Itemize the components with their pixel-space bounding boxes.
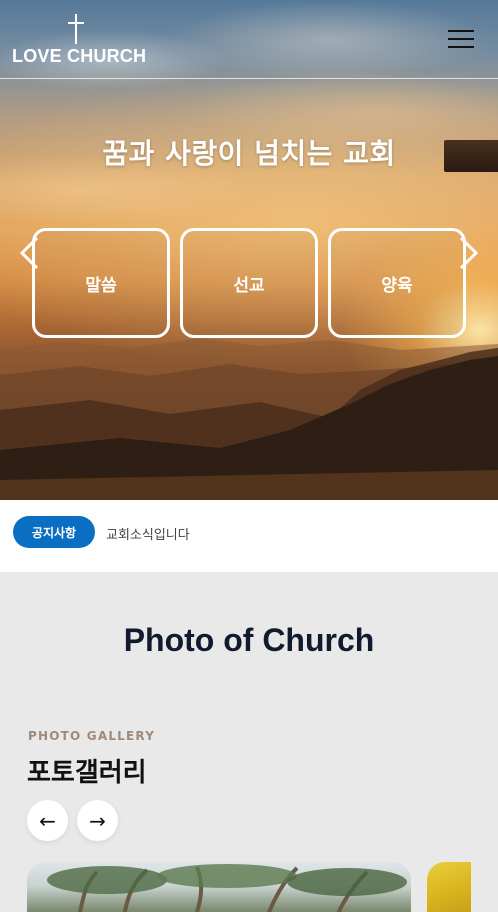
hero-card-slider: 말씀 선교 양육	[0, 228, 498, 340]
notice-text[interactable]: 교회소식입니다	[106, 524, 190, 543]
logo-text: LOVE CHURCH	[12, 46, 147, 66]
cross-icon	[66, 14, 86, 44]
hamburger-menu-icon	[448, 30, 474, 32]
notice-badge[interactable]: 공지사항	[13, 516, 95, 548]
gallery-title: 포토갤러리	[27, 758, 147, 788]
notice-bar: 공지사항 교회소식입니다	[0, 500, 498, 572]
gallery-photo-autumn[interactable]	[427, 862, 471, 912]
gallery-photo-trees[interactable]	[27, 862, 411, 912]
gallery-prev-button[interactable]: ←	[27, 800, 68, 841]
card-word[interactable]: 말씀	[32, 228, 170, 338]
hamburger-menu-icon-line	[448, 38, 474, 40]
chevron-right-icon[interactable]	[458, 236, 480, 270]
card-nurture[interactable]: 양육	[328, 228, 466, 338]
gallery-next-button[interactable]: →	[77, 800, 118, 841]
hero-title: 꿈과 사랑이 넘치는 교회	[102, 137, 396, 170]
header-divider	[0, 78, 498, 79]
trees-illustration	[47, 864, 407, 912]
chevron-left-icon[interactable]	[18, 236, 40, 270]
church-logo[interactable]: LOVE CHURCH	[12, 14, 152, 66]
gallery-eyebrow: PHOTO GALLERY	[28, 729, 156, 743]
section-title: Photo of Church	[123, 622, 375, 658]
card-mission[interactable]: 선교	[180, 228, 318, 338]
menu-button[interactable]	[448, 28, 476, 50]
hero-mountains	[0, 338, 498, 500]
hamburger-menu-icon-line	[448, 46, 474, 48]
